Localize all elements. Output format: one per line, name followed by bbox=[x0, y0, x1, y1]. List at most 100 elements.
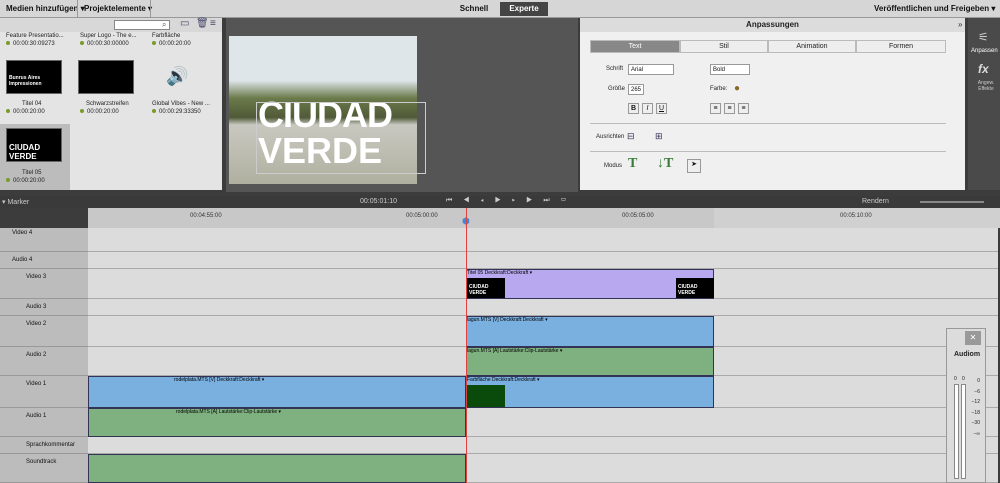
asset-duration: 00:00:30:09273 bbox=[6, 40, 55, 48]
clip-label: rodelplata.MTS [A] Lautstärke:Clip-Lauts… bbox=[176, 409, 282, 415]
video-clip[interactable] bbox=[88, 376, 466, 408]
scale-label: −6 bbox=[974, 388, 980, 395]
horizontal-type-icon[interactable]: T bbox=[628, 156, 637, 172]
asset-name: Farbfläche bbox=[152, 33, 181, 39]
bold-button[interactable]: B bbox=[628, 103, 639, 114]
track-header[interactable]: Audio 4 bbox=[0, 252, 88, 269]
asset-thumbnail[interactable] bbox=[78, 60, 134, 94]
align-horizontal-icon[interactable]: ⊟ bbox=[627, 131, 635, 142]
marker-button[interactable]: ▾ Marker bbox=[2, 198, 29, 206]
applied-effects-button[interactable]: Angew. Effekte bbox=[972, 80, 1000, 92]
clip-label: lagun.MTS [A] Lautstärke:Clip-Lautstärke… bbox=[467, 348, 563, 354]
add-media-button[interactable]: Medien hinzufügen bbox=[2, 2, 89, 16]
track-header[interactable]: Soundtrack bbox=[0, 454, 88, 483]
selection-tool-icon[interactable]: ➤ bbox=[687, 159, 701, 173]
asset-duration: 00:00:20:00 bbox=[6, 108, 45, 116]
tab-shapes[interactable]: Formen bbox=[856, 40, 946, 53]
divider bbox=[150, 0, 151, 18]
align-label: Ausrichten bbox=[596, 134, 625, 140]
underline-button[interactable]: U bbox=[656, 103, 667, 114]
search-icon[interactable]: ⌕ bbox=[162, 20, 166, 30]
tab-text[interactable]: Text bbox=[590, 40, 680, 53]
track-lane[interactable] bbox=[88, 437, 998, 454]
ruler-tick-label: 00:04:55:00 bbox=[190, 213, 222, 219]
clip-thumbnail: CIUDAD VERDE bbox=[467, 278, 505, 298]
delete-icon[interactable]: 🗑 bbox=[196, 18, 209, 29]
track-header[interactable]: Audio 2 bbox=[0, 347, 88, 376]
asset-thumbnail[interactable]: CIUDAD VERDE bbox=[6, 128, 62, 162]
scale-label: −12 bbox=[971, 399, 980, 406]
track-header[interactable]: Audio 3 bbox=[0, 299, 88, 316]
ruler-tick-label: 00:05:00:00 bbox=[406, 213, 438, 219]
meter-value-right: 0 bbox=[962, 376, 965, 382]
vertical-type-icon[interactable]: ↓T bbox=[657, 156, 673, 172]
asset-name: Schwarzstreifen bbox=[86, 101, 129, 107]
asset-thumbnail[interactable]: Bunrus Aires Impressionen bbox=[6, 60, 62, 94]
quick-mode-button[interactable]: Schnell bbox=[452, 2, 496, 16]
asset-duration: 00:00:20:00 bbox=[80, 108, 119, 116]
track-lane[interactable] bbox=[88, 252, 998, 269]
track-header[interactable]: Video 3 bbox=[0, 269, 88, 299]
fx-icon[interactable]: fx bbox=[978, 62, 989, 76]
asset-name: Titel 04 bbox=[22, 101, 42, 107]
clip-label: rodelplata.MTS [V] Deckkraft:Deckkraft ▾ bbox=[174, 377, 265, 383]
color-swatch-icon[interactable]: ● bbox=[734, 83, 740, 94]
scale-label: −∞ bbox=[973, 430, 980, 437]
title-bounding-box[interactable] bbox=[256, 102, 426, 174]
asset-duration: 00:00:20:00 bbox=[152, 40, 191, 48]
track-header[interactable]: Audio 1 bbox=[0, 408, 88, 437]
adjustments-header: Anpassungen bbox=[580, 18, 965, 32]
render-button[interactable]: Rendern bbox=[862, 198, 889, 205]
asset-name: Titel 05 bbox=[22, 170, 42, 176]
font-style-select[interactable]: Bold bbox=[710, 64, 750, 75]
level-meter-left bbox=[954, 384, 959, 479]
level-meter-right bbox=[961, 384, 966, 479]
track-header[interactable]: Video 2 bbox=[0, 316, 88, 347]
track-lane[interactable] bbox=[88, 228, 998, 252]
track-lane[interactable] bbox=[88, 299, 998, 316]
tab-animation[interactable]: Animation bbox=[768, 40, 856, 53]
align-right-icon[interactable]: ≡ bbox=[738, 103, 749, 114]
font-select[interactable]: Arial bbox=[628, 64, 674, 75]
adjust-icon[interactable]: ⚟ bbox=[978, 30, 989, 44]
close-mixer-button[interactable]: ✕ bbox=[965, 331, 981, 345]
clip-label: Titel 05 Deckkraft:Deckkraft ▾ bbox=[467, 270, 533, 276]
timecode: 00:05:01:10 bbox=[360, 198, 397, 205]
scale-label: 0 bbox=[977, 378, 980, 384]
track-header[interactable]: Video 4 bbox=[0, 228, 88, 252]
align-vertical-icon[interactable]: ⊞ bbox=[655, 131, 663, 142]
transport-controls[interactable]: ⏮◀◂▶▸▶⏭▭ bbox=[446, 197, 577, 205]
italic-button[interactable]: I bbox=[642, 103, 653, 114]
track-header[interactable]: Video 1 bbox=[0, 376, 88, 408]
collapse-icon[interactable]: » bbox=[958, 20, 962, 29]
adjust-panel-button[interactable]: Anpassen bbox=[971, 48, 998, 54]
meter-scale: 0 −6 −12 −18 −30 −∞ bbox=[968, 376, 980, 440]
folder-icon[interactable]: ▭ bbox=[180, 18, 189, 29]
asset-duration: 00:00:30:00000 bbox=[80, 40, 129, 48]
scale-label: −18 bbox=[971, 409, 980, 416]
audio-icon[interactable]: 🔊 bbox=[166, 66, 188, 87]
publish-button[interactable]: Veröffentlichen und Freigeben bbox=[870, 2, 999, 16]
align-center-icon[interactable]: ≡ bbox=[724, 103, 735, 114]
scale-label: −30 bbox=[971, 420, 980, 427]
zoom-slider[interactable] bbox=[920, 201, 984, 203]
asset-duration: 00:00:29:33350 bbox=[152, 108, 201, 116]
work-area-bar[interactable] bbox=[88, 208, 714, 228]
project-items-button[interactable]: Projektelemente bbox=[80, 2, 156, 16]
soundtrack-clip[interactable] bbox=[88, 454, 466, 483]
expert-mode-button[interactable]: Experte bbox=[500, 2, 548, 16]
align-left-icon[interactable]: ≡ bbox=[710, 103, 721, 114]
mode-label: Modus bbox=[604, 163, 623, 169]
clip-label: lagun.MTS [V] Deckkraft:Deckkraft ▾ bbox=[467, 317, 548, 323]
size-input[interactable]: 265 bbox=[628, 84, 644, 95]
clip-thumbnail bbox=[467, 385, 505, 407]
menu-icon[interactable]: ≡ bbox=[210, 18, 216, 29]
track-header[interactable]: Sprachkommentar bbox=[0, 437, 88, 454]
divider bbox=[590, 123, 946, 124]
asset-name: Feature Presentatio... bbox=[6, 33, 64, 39]
asset-duration: 00:00:20:00 bbox=[6, 177, 45, 185]
video-clip[interactable]: lagun.MTS [V] Deckkraft:Deckkraft ▾ bbox=[466, 316, 714, 347]
mixer-title: Audiom bbox=[954, 351, 981, 358]
tab-style[interactable]: Stil bbox=[680, 40, 768, 53]
audio-clip[interactable]: lagun.MTS [A] Lautstärke:Clip-Lautstärke… bbox=[466, 347, 714, 376]
